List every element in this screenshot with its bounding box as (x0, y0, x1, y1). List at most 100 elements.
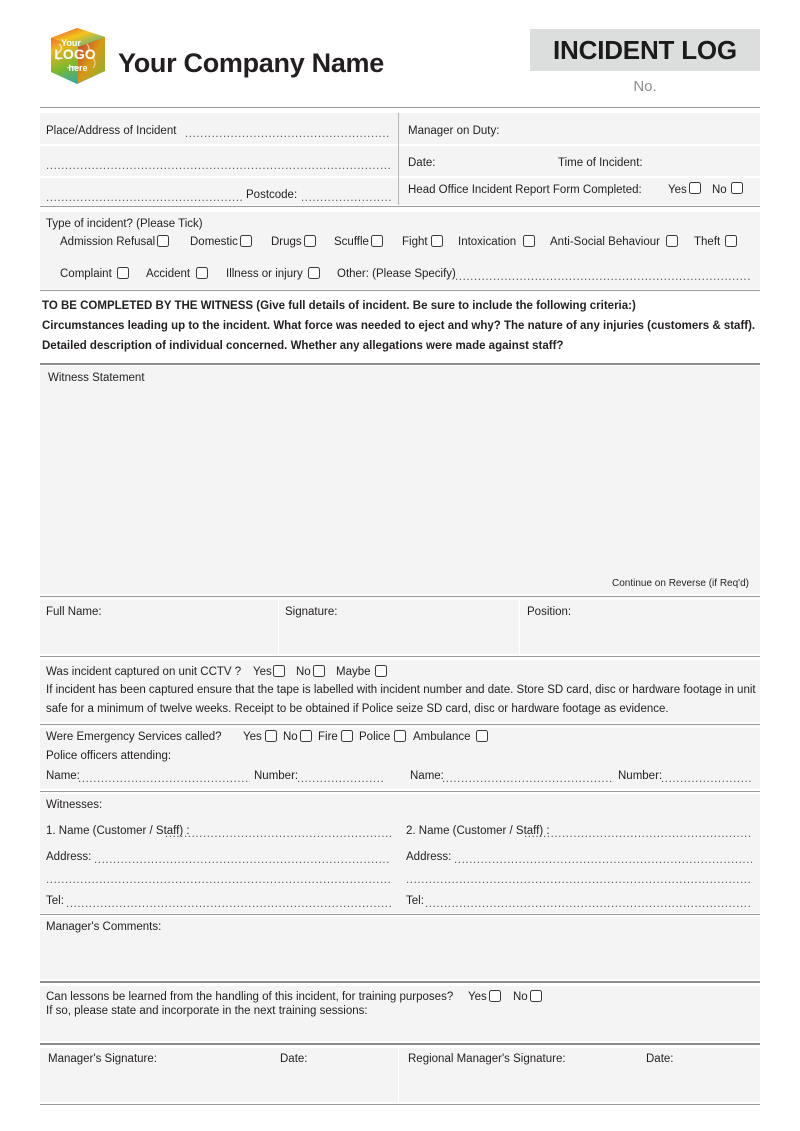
incident-type-domestic-checkbox[interactable] (240, 235, 252, 247)
emergency-no-label: No (283, 731, 298, 743)
witness2-address-field[interactable]: ........................................… (454, 855, 752, 867)
witness2-tel-field[interactable]: ........................................… (425, 899, 752, 911)
section1-bottom-divider (40, 206, 760, 207)
signature-row-bottom-divider (40, 656, 760, 657)
incident-type-drugs-checkbox[interactable] (304, 235, 316, 247)
emergency-fire-checkbox[interactable] (341, 730, 353, 742)
manager-comments-bottom-divider (40, 981, 760, 983)
head-office-yes-checkbox[interactable] (689, 182, 701, 194)
address-line3-field[interactable]: ........................................… (46, 193, 242, 205)
officer1-name-field[interactable]: ........................................… (78, 774, 250, 786)
incident-type-other-field[interactable]: ........................................… (455, 272, 752, 284)
incident-log-form: Your LOGO here Your Company Name INCIDEN… (0, 0, 800, 1131)
regional-manager-date-label: Date: (646, 1053, 674, 1065)
lessons-bottom-divider (40, 1043, 760, 1045)
lessons-no-checkbox[interactable] (530, 990, 542, 1002)
incident-type-fight-label: Fight (402, 236, 428, 248)
cctv-no-label: No (296, 666, 311, 678)
incident-type-anti-social-behaviour-label: Anti-Social Behaviour (550, 236, 660, 248)
place-address-field[interactable]: ........................................… (185, 129, 390, 141)
time-of-incident-label: Time of Incident: (558, 157, 643, 169)
head-office-yes-label: Yes (668, 184, 687, 196)
manager-comments-title: Manager's Comments: (46, 921, 162, 933)
address-line2-field[interactable]: ........................................… (46, 161, 390, 173)
emergency-ambulance-label: Ambulance (413, 731, 471, 743)
witness2-address-label: Address: (406, 851, 452, 863)
cctv-yes-label: Yes (253, 666, 272, 678)
witness1-name-field[interactable]: ........................................… (165, 829, 391, 841)
incident-type-anti-social-behaviour-checkbox[interactable] (666, 235, 678, 247)
incident-type-scuffle-label: Scuffle (334, 236, 369, 248)
incident-log-title: INCIDENT LOG (553, 34, 737, 65)
witness1-tel-field[interactable]: ........................................… (66, 899, 391, 911)
manager-signature-label: Manager's Signature: (48, 1053, 157, 1065)
logo-text-line3: here (68, 63, 87, 73)
lessons-no-label: No (513, 991, 528, 1003)
incident-type-accident-checkbox[interactable] (196, 267, 208, 279)
continue-on-reverse-note: Continue on Reverse (if Req'd) (612, 578, 749, 589)
emergency-ambulance-checkbox[interactable] (476, 730, 488, 742)
emergency-yes-checkbox[interactable] (265, 730, 277, 742)
final-signature-divider (398, 1048, 399, 1102)
incident-type-fight-checkbox[interactable] (431, 235, 443, 247)
witness-statement-title: Witness Statement (48, 372, 145, 384)
head-office-no-checkbox[interactable] (731, 182, 743, 194)
final-signature-bottom-divider (40, 1104, 760, 1105)
cctv-yes-checkbox[interactable] (273, 665, 285, 677)
incident-type-theft-checkbox[interactable] (725, 235, 737, 247)
officer1-number-label: Number: (254, 770, 299, 782)
officer1-number-field[interactable]: ................................. (297, 774, 383, 786)
witness1-tel-label: Tel: (46, 895, 64, 907)
manager-on-duty-label: Manager on Duty: (408, 125, 500, 137)
signature-row-divider-2 (519, 600, 520, 654)
witness2-address-line2-field[interactable]: ........................................… (406, 875, 752, 887)
emergency-yes-label: Yes (243, 731, 262, 743)
witness2-name-field[interactable]: ........................................… (524, 829, 752, 841)
signature-row-panel (40, 600, 760, 654)
cctv-bottom-divider (40, 724, 760, 725)
section2-bottom-divider (40, 290, 760, 291)
postcode-label: Postcode: (246, 189, 298, 201)
officer1-name-label: Name: (46, 770, 80, 782)
emergency-fire-label: Fire (318, 731, 338, 743)
witness1-address-line2-field[interactable]: ........................................… (46, 875, 391, 887)
officer2-number-label: Number: (618, 770, 663, 782)
date-label: Date: (408, 157, 436, 169)
witness-statement-top-divider (40, 363, 760, 365)
lessons-yes-checkbox[interactable] (489, 990, 501, 1002)
emergency-bottom-divider (40, 791, 760, 792)
cctv-no-checkbox[interactable] (313, 665, 325, 677)
witnesses-title: Witnesses: (46, 799, 103, 811)
instructions-line2: Circumstances leading up to the incident… (42, 320, 756, 332)
officer2-name-field[interactable]: ........................................… (442, 774, 614, 786)
emergency-police-checkbox[interactable] (394, 730, 406, 742)
cctv-maybe-checkbox[interactable] (375, 665, 387, 677)
position-label: Position: (527, 606, 572, 618)
cctv-maybe-label: Maybe (336, 666, 371, 678)
incident-type-admission-refusal-checkbox[interactable] (157, 235, 169, 247)
emergency-question: Were Emergency Services called? (46, 731, 222, 743)
incident-type-complaint-checkbox[interactable] (117, 267, 129, 279)
officer2-number-field[interactable]: ................................. (661, 774, 751, 786)
incident-type-drugs-label: Drugs (271, 236, 302, 248)
witness-statement-box[interactable] (40, 366, 760, 594)
instructions-line1: TO BE COMPLETED BY THE WITNESS (Give ful… (42, 300, 636, 312)
incident-type-illness-checkbox[interactable] (308, 267, 320, 279)
lessons-followup-label: If so, please state and incorporate in t… (46, 1005, 368, 1017)
incident-type-theft-label: Theft (694, 236, 721, 248)
postcode-field[interactable]: ........................................… (301, 193, 391, 205)
cctv-question: Was incident captured on unit CCTV ? (46, 666, 242, 678)
incident-number-label: No. (633, 78, 657, 95)
place-address-label: Place/Address of Incident (46, 125, 177, 137)
lessons-question: Can lessons be learned from the handling… (46, 991, 454, 1003)
company-name: Your Company Name (118, 48, 384, 78)
signature-row-divider-1 (278, 600, 279, 654)
incident-type-scuffle-checkbox[interactable] (371, 235, 383, 247)
emergency-no-checkbox[interactable] (300, 730, 312, 742)
witness2-tel-label: Tel: (406, 895, 424, 907)
incident-type-intoxication-checkbox[interactable] (523, 235, 535, 247)
witness1-address-field[interactable]: ........................................… (94, 855, 391, 867)
logo-text-line2: LOGO (54, 46, 95, 62)
incident-type-domestic-label: Domestic (190, 236, 238, 248)
incident-type-illness-label: Illness or injury (226, 268, 303, 280)
